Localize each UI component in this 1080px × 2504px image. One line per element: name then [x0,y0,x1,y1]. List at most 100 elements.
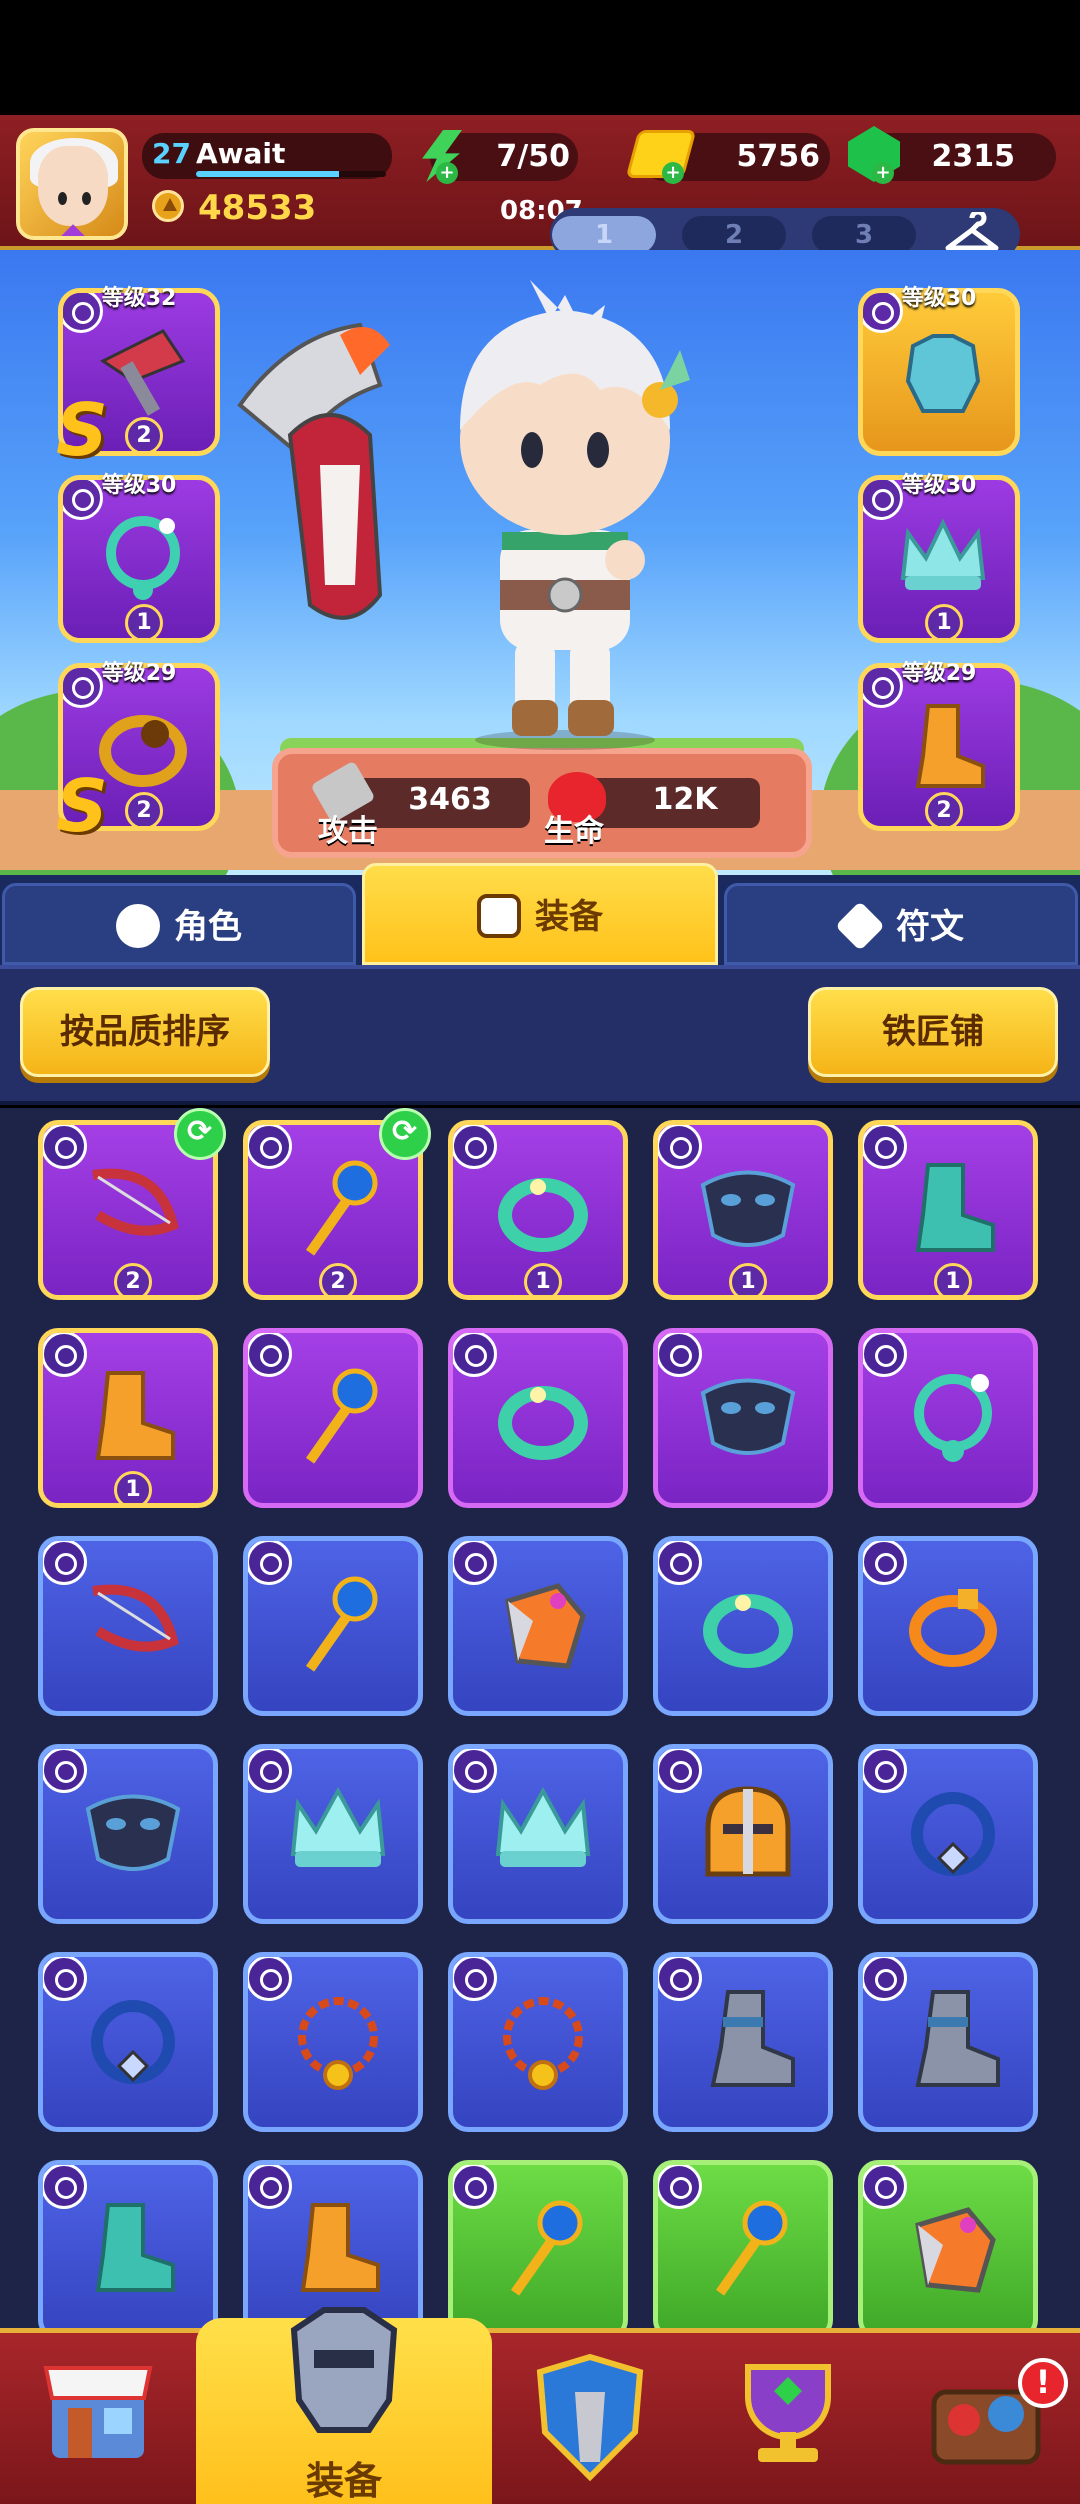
iron-boots-icon [915,1990,1000,2087]
bow-icon [92,1584,179,1652]
inventory-item-ring[interactable] [653,1536,833,1716]
game-screen: 27 Await 48533 + 7/50 + 5756 + 2315 08:0… [0,0,1080,2504]
boots-orange-icon [300,2203,380,2292]
tab-equipment-label: 装备 [535,897,603,937]
inventory-item-iron-boots[interactable] [858,1952,1038,2132]
tab-character-label: 角色 [174,907,242,947]
chain-necklace-icon [298,1997,378,2090]
loadout-page-3[interactable]: 3 [812,216,916,254]
inventory-item-boots-orange[interactable]: 1 [38,1328,218,1508]
amulet-icon [91,2000,175,2084]
swap-icon[interactable] [174,1108,226,1160]
hero-character [460,280,690,750]
crown-icon [900,518,986,590]
mask-icon [700,1378,796,1455]
inventory-item-crown[interactable] [243,1744,423,1924]
helmet-icon [705,1786,791,1877]
inventory-item-staff[interactable] [243,1328,423,1508]
inventory-item-staff[interactable] [448,2160,628,2340]
inventory-item-chain-necklace[interactable] [243,1952,423,2132]
inventory-item-ring-orange[interactable] [858,1536,1038,1716]
gold-ring-icon [99,715,187,787]
guild-shield-icon[interactable] [530,2352,650,2482]
add-coins-icon[interactable]: + [662,162,684,184]
xp-bar [196,171,386,177]
slot-level: 等级30 [901,473,977,498]
equip-slot-helmet[interactable]: 1 [858,475,1020,643]
trophy-icon[interactable] [728,2352,848,2472]
staff-icon [305,1160,378,1256]
ring-icon [498,1178,588,1252]
rank-s-icon: S [56,388,108,472]
equip-slot-necklace[interactable]: 1 [58,475,220,643]
hp-value: 12K [652,782,718,817]
star-badge: 1 [934,1263,972,1295]
inventory-item-necklace[interactable] [858,1328,1038,1508]
iron-boots-icon [710,1990,795,2087]
necklace-icon [914,1374,992,1462]
boots-icon [915,704,985,788]
status-area [0,0,1080,115]
inventory-item-boots[interactable]: 1 [858,1120,1038,1300]
loadout-page-2[interactable]: 2 [682,216,786,254]
hero-weapon-axe [237,322,390,620]
swap-icon[interactable] [379,1108,431,1160]
inventory-item-gauntlet[interactable] [448,1536,628,1716]
equip-slot-armor[interactable] [858,288,1020,456]
coins-value: 5756 [736,139,821,174]
inventory-item-staff[interactable] [653,2160,833,2340]
slot-level: 等级30 [901,286,977,311]
boots-orange-icon [95,1371,175,1460]
add-energy-icon[interactable]: + [436,162,458,184]
tab-runes[interactable]: 符文 [724,883,1078,965]
inventory-item-boots[interactable] [38,2160,218,2340]
slot-level: 等级30 [101,473,177,498]
axe-icon [100,329,186,416]
gauntlet-icon [505,1583,586,1669]
ring-icon [498,1386,588,1460]
tab-equipment[interactable]: 装备 [362,863,718,965]
inventory-item-gauntlet[interactable] [858,2160,1038,2340]
loadout-page-1[interactable]: 1 [552,216,656,254]
star-badge: 2 [125,417,163,451]
player-avatar[interactable] [16,128,128,240]
inventory-item-crown[interactable] [448,1744,628,1924]
crown-icon [495,1786,591,1867]
blacksmith-button[interactable]: 铁匠铺 [808,987,1058,1077]
notification-badge: ! [1018,2358,1068,2408]
inventory-item-amulet[interactable] [858,1744,1038,1924]
inventory-item-mask[interactable] [653,1328,833,1508]
chain-necklace-icon [503,1997,583,2090]
inventory-item-helmet[interactable] [653,1744,833,1924]
inventory-item-chain-necklace[interactable] [448,1952,628,2132]
rank-s-icon: S [56,764,108,848]
shop-icon[interactable] [38,2348,158,2468]
gauntlet-icon [915,2207,996,2293]
star-badge: 1 [114,1471,152,1503]
crown-icon [290,1786,386,1867]
inventory-item-iron-boots[interactable] [653,1952,833,2132]
avatar-face [38,146,108,226]
tab-character[interactable]: 角色 [2,883,356,965]
staff-icon [305,1368,378,1464]
ring-icon [703,1594,793,1668]
inventory-item-mask[interactable]: 1 [653,1120,833,1300]
hp-label: 生命 [544,814,604,849]
sort-by-quality-button[interactable]: 按品质排序 [20,987,270,1077]
tab-runes-label: 符文 [896,907,964,947]
inventory-item-ring[interactable]: 1 [448,1120,628,1300]
slot-level: 等级29 [101,661,177,686]
equip-slot-boots[interactable]: 2 [858,663,1020,831]
character-icon [116,903,160,948]
inventory-item-amulet[interactable] [38,1952,218,2132]
star-badge: 1 [125,604,163,638]
gems-value: 2315 [931,139,1016,174]
inventory-item-staff[interactable] [243,1536,423,1716]
inventory-item-ring[interactable] [448,1328,628,1508]
inventory-item-bow[interactable] [38,1536,218,1716]
armor-nav-icon [290,2307,398,2433]
add-gems-icon[interactable]: + [872,162,894,184]
star-badge: 2 [319,1263,357,1295]
inventory-item-mask[interactable] [38,1744,218,1924]
rune-icon [835,900,885,951]
